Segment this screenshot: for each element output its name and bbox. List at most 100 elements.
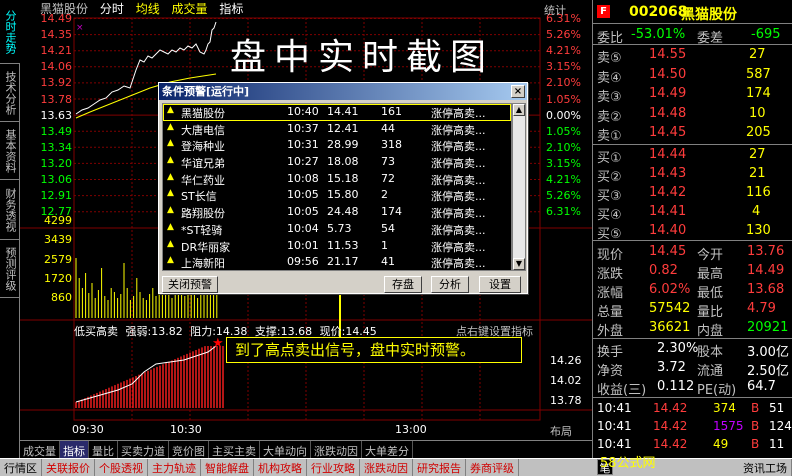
tick-volume: 49 <box>713 437 729 451</box>
stat-label: 总量 <box>597 305 624 320</box>
alert-row[interactable]: ▲ 大唐电信 10:37 12.41 44 涨停高卖... <box>163 121 511 138</box>
stat-value: 2.30% <box>657 341 699 356</box>
order-label: 卖② <box>597 109 622 125</box>
btab-cause[interactable]: 涨跌动因 <box>311 441 362 458</box>
volume-tick: 860 <box>51 291 72 305</box>
sb-tab-smart[interactable]: 智能解盘 <box>201 458 254 476</box>
header-tab-ma[interactable]: 均线 <box>136 2 160 16</box>
close-alert-button[interactable]: 关闭预警 <box>162 276 218 293</box>
order-price: 14.41 <box>649 204 687 219</box>
alert-time: 10:05 <box>287 188 319 202</box>
tab-technical[interactable]: 技术分析 <box>0 64 20 122</box>
alert-price: 14.41 <box>327 105 359 118</box>
sb-news[interactable]: 资讯工场 <box>739 458 792 476</box>
alert-list[interactable]: ▲ 黑猫股份 10:40 14.41 161 涨停高卖... ▲ 大唐电信 10:37 12.41… <box>162 103 512 271</box>
alert-row[interactable]: ▲ 登海种业 10:31 28.99 318 涨停高卖... <box>163 137 511 154</box>
alert-type: 涨停高卖... <box>431 190 486 204</box>
alert-volume: 73 <box>381 155 395 169</box>
order-volume: 21 <box>749 166 766 181</box>
btab-auction[interactable]: 竞价图 <box>169 441 209 458</box>
stat-label-2: 量比 <box>697 305 724 320</box>
volume-tick: 1720 <box>44 271 72 285</box>
btab-volume-ratio[interactable]: 量比 <box>89 441 118 458</box>
alert-type: 涨停高卖... <box>431 157 486 171</box>
stat-value: 0.82 <box>649 263 678 278</box>
sb-tab-related[interactable]: 关联报价 <box>42 458 95 476</box>
alert-row[interactable]: ▲ 上海新阳 09:56 21.17 41 涨停高卖... <box>163 254 511 271</box>
alert-row[interactable]: ▲ *ST轻骑 10:04 5.73 54 涨停高卖... <box>163 221 511 238</box>
layout-button[interactable]: 布局 <box>550 423 572 439</box>
btab-indicator[interactable]: 指标 <box>60 441 89 458</box>
stat-value-2: 13.76 <box>747 244 785 259</box>
order-label: 卖① <box>597 129 622 144</box>
btab-volume[interactable]: 成交量 <box>20 441 60 458</box>
tick-price: 14.42 <box>653 437 688 451</box>
quote-panel: F 002068 黑猫股份 委比 -53.01% 委差 -695 卖⑤ 14.55… <box>592 0 792 475</box>
marker-icon: × <box>76 23 84 33</box>
trade-tick-row: 10:41 14.42 49 B 11 <box>593 436 792 453</box>
alert-row[interactable]: ▲ ST长信 10:05 15.80 2 涨停高卖... <box>163 187 511 204</box>
sb-tab-industry[interactable]: 行业攻略 <box>307 458 360 476</box>
order-price: 14.48 <box>649 105 687 121</box>
stat-label: 净资 <box>597 364 624 379</box>
close-icon[interactable]: × <box>511 85 525 98</box>
header-tab-intraday[interactable]: 分时 <box>100 2 124 16</box>
price-tick-right: 5.26% <box>546 28 581 42</box>
time-tick: 09:30 <box>72 423 104 436</box>
scroll-up-icon[interactable]: ▲ <box>513 104 525 116</box>
save-button[interactable]: 存盘 <box>384 276 422 293</box>
alert-volume: 41 <box>381 255 395 269</box>
alert-list-scrollbar[interactable]: ▲ ▼ <box>512 103 526 271</box>
alert-price: 11.53 <box>327 238 359 252</box>
tick-price: 14.42 <box>653 419 688 433</box>
header-tab-volume[interactable]: 成交量 <box>172 2 208 16</box>
alert-price: 5.73 <box>327 221 352 235</box>
stats-button[interactable]: 统计 <box>544 2 566 18</box>
stat-row: 涨幅 6.02% 最低 13.68 <box>593 281 792 301</box>
analyze-button[interactable]: 分析 <box>431 276 469 293</box>
price-tick-right: 1.05% <box>546 124 581 138</box>
alert-volume: 318 <box>381 138 402 152</box>
sell-row: 卖⑤ 14.55 27 <box>593 46 792 66</box>
sell-row: 卖④ 14.50 587 <box>593 66 792 86</box>
order-label: 买④ <box>597 208 622 223</box>
sb-tab-inst[interactable]: 机构攻略 <box>254 458 307 476</box>
alert-name: 上海新阳 <box>181 257 225 271</box>
dialog-title-bar[interactable]: 条件预警[运行中] × <box>159 83 527 100</box>
alert-row[interactable]: ▲ DR华丽家 10:01 11.53 1 涨停高卖... <box>163 238 511 255</box>
tab-intraday[interactable]: 分时走势 <box>0 0 20 64</box>
tab-forecast[interactable]: 预测评级 <box>0 240 20 298</box>
sb-tab-rating[interactable]: 券商评级 <box>466 458 519 476</box>
sb-tab-main-force[interactable]: 主力轨迹 <box>148 458 201 476</box>
settings-button[interactable]: 设置 <box>479 276 521 293</box>
alert-row[interactable]: ▲ 华仁药业 10:08 15.18 72 涨停高卖... <box>163 171 511 188</box>
sb-tab-stock-view[interactable]: 个股透视 <box>95 458 148 476</box>
price-tick-right: 3.15% <box>546 60 581 74</box>
btab-order-diff[interactable]: 大单差分 <box>362 441 413 458</box>
tab-financials[interactable]: 财务透视 <box>0 180 20 240</box>
btab-buy-sell-force[interactable]: 买卖力道 <box>118 441 169 458</box>
scroll-down-icon[interactable]: ▼ <box>513 258 525 270</box>
alert-row[interactable]: ▲ 路翔股份 10:05 24.48 174 涨停高卖... <box>163 204 511 221</box>
sb-tab-quotes[interactable]: 行情区 <box>0 458 42 476</box>
btab-main-buy-sell[interactable]: 主买主卖 <box>209 441 260 458</box>
alert-row[interactable]: ▲ 黑猫股份 10:40 14.41 161 涨停高卖... <box>163 104 511 121</box>
f-badge-icon: F <box>597 5 610 18</box>
price-tick-left: 12.91 <box>40 189 73 203</box>
order-label: 买② <box>597 170 622 185</box>
price-tick-right: 4.21% <box>546 173 581 186</box>
btab-large-order[interactable]: 大单动向 <box>260 441 311 458</box>
stat-label: 涨跌 <box>597 267 624 282</box>
header-tab-indicator[interactable]: 指标 <box>219 2 243 16</box>
alert-dialog[interactable]: 条件预警[运行中] × ▲ 黑猫股份 10:40 14.41 161 涨停高卖... ▲ 大唐… <box>158 82 528 294</box>
order-volume: 205 <box>746 125 771 140</box>
sb-tab-research[interactable]: 研究报告 <box>413 458 466 476</box>
trade-tick-row: 10:41 14.42 1575 B 124 <box>593 418 792 435</box>
alert-volume: 174 <box>381 205 402 219</box>
sb-tab-cause[interactable]: 涨跌动因 <box>360 458 413 476</box>
order-volume: 587 <box>746 66 771 82</box>
site-url: www.58gu.com <box>663 459 741 470</box>
tab-fundamentals[interactable]: 基本资料 <box>0 122 20 180</box>
alert-row[interactable]: ▲ 华谊兄弟 10:27 18.08 73 涨停高卖... <box>163 154 511 171</box>
buy-row: 买② 14.43 21 <box>593 165 792 185</box>
